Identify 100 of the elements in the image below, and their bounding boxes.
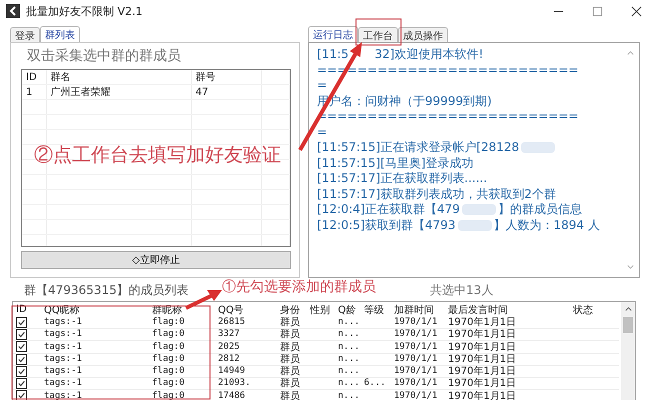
window-title: 批量加好友不限制 V2.1 <box>26 4 143 18</box>
table-cell: 14949 <box>215 365 277 378</box>
table-cell: n... <box>335 365 361 378</box>
table-cell: 26815 <box>215 317 277 329</box>
table-cell: 6... <box>364 378 386 388</box>
table-cell: 2812 <box>215 353 277 366</box>
column-header: 身份 <box>279 304 301 317</box>
checkbox[interactable] <box>16 341 27 352</box>
log-text: 】的群成员信息 <box>498 202 582 218</box>
stop-button[interactable]: ◇立即停止 <box>21 251 291 269</box>
table-cell: tags:-1 <box>41 365 149 378</box>
table-cell: flag:0 <box>149 353 215 366</box>
table-cell: 21093. <box>215 378 277 390</box>
table-cell: n... <box>335 353 361 366</box>
tab[interactable]: 登录 <box>10 27 40 42</box>
hint-text: 双击采集选中群的群成员 <box>26 47 182 65</box>
table-cell: n... <box>335 340 361 354</box>
table-cell: 广州王者荣耀 <box>46 84 191 100</box>
column-header: 最后发言时间 <box>445 302 570 317</box>
table-cell: 47 <box>191 84 261 100</box>
log-text: [11:57:17]正在获取群列表...... <box>317 171 488 186</box>
table-cell: flag:0 <box>149 340 215 354</box>
checkbox[interactable] <box>16 366 27 377</box>
table-cell: n... <box>335 390 361 400</box>
log-text: 32]欢迎使用本软件! <box>374 47 484 62</box>
table-cell: 1970/1/1 <box>391 378 445 390</box>
log-text: [11:57:15]正在请求登录帐户[28128 <box>317 140 520 156</box>
checkbox[interactable] <box>16 329 27 340</box>
log-text: [11:5 <box>317 47 349 62</box>
table-cell: flag:0 <box>149 390 215 400</box>
redaction-blur <box>458 220 492 231</box>
table-cell: 群员 <box>277 390 307 400</box>
table-cell: 3327 <box>215 328 277 341</box>
table-cell: 1970年1月1日 <box>445 340 570 354</box>
table-cell: tags:-1 <box>41 340 149 354</box>
table-cell: 1970年1月1日 <box>445 353 570 366</box>
annotation-text: ②点工作台去填写加好友验证 <box>34 144 281 168</box>
selected-count: 共选中13人 <box>430 282 494 298</box>
table-cell: 17486 <box>215 390 277 400</box>
redaction-blur <box>521 142 556 154</box>
column-header: ID <box>22 70 46 84</box>
table-cell: 1 <box>22 84 46 100</box>
table-cell: 1970年1月1日 <box>445 317 570 329</box>
annotation-text: ①先勾选要添加的群成员 <box>222 278 376 296</box>
tab[interactable]: 运行日志 <box>308 26 358 42</box>
checkbox[interactable] <box>16 354 27 365</box>
table-cell: 群员 <box>277 317 307 329</box>
close-icon[interactable] <box>631 6 642 16</box>
column-header: 群名 <box>46 70 191 84</box>
table-cell: tags:-1 <box>41 328 149 341</box>
table-cell: 2025 <box>215 340 277 354</box>
checkbox[interactable] <box>16 390 27 400</box>
table-cell: tags:-1 <box>41 353 149 366</box>
table-cell: 1970/1/1 <box>391 317 445 329</box>
log-text: = <box>317 124 328 140</box>
column-header: QQ号 <box>217 304 245 317</box>
column-header: 性别 <box>308 304 331 317</box>
column-header: 状态 <box>572 304 594 317</box>
column-header: 等级 <box>363 304 385 317</box>
table-cell: 群员 <box>277 353 307 366</box>
tab[interactable]: 成员操作 <box>398 27 448 42</box>
table-cell: flag:0 <box>149 378 215 390</box>
log-text: [12:0:5]获取到群【4793 <box>317 218 456 233</box>
table-cell: flag:0 <box>149 328 215 341</box>
scroll-thumb[interactable] <box>623 317 633 333</box>
column-header: 加群时间 <box>393 304 435 317</box>
table-cell: 1970年1月1日 <box>445 378 570 390</box>
log-text: 】人数为：1894 人 <box>494 218 600 233</box>
table-cell: 1970/1/1 <box>391 340 445 354</box>
table-cell: 群员 <box>277 378 307 390</box>
column-header: 群号 <box>191 70 261 84</box>
table-cell: 1970年1月1日 <box>445 390 570 400</box>
table-cell: tags:-1 <box>41 390 149 400</box>
table-cell: n... <box>335 317 361 329</box>
tab[interactable]: 群列表 <box>40 26 80 42</box>
app-icon <box>6 4 20 18</box>
table-cell: tags:-1 <box>41 378 149 390</box>
member-list-title: 群【479365315】的成员列表 <box>24 282 189 298</box>
checkbox[interactable] <box>16 317 27 328</box>
table-cell: n... <box>335 328 361 341</box>
maximize-icon[interactable] <box>592 6 603 16</box>
table-cell: 1970/1/1 <box>391 365 445 378</box>
table-cell: 1970/1/1 <box>391 328 445 341</box>
tab[interactable]: 工作台 <box>358 27 398 42</box>
scrollbar[interactable] <box>621 302 635 400</box>
highlight-frame <box>356 18 402 46</box>
redaction-blur <box>462 204 496 216</box>
table-cell: n... <box>335 378 361 390</box>
log-text: = <box>317 78 328 94</box>
table-cell: flag:0 <box>149 365 215 378</box>
log-text: [11:57:17]获取群列表成功，共获取到2个群 <box>317 186 556 202</box>
table-cell: 1970年1月1日 <box>445 328 570 341</box>
table-cell: 1970年1月1日 <box>445 365 570 378</box>
table-cell: 群员 <box>277 340 307 354</box>
table-cell: flag:0 <box>149 317 215 329</box>
table-cell: 1970/1/1 <box>391 353 445 366</box>
table-cell: 1970/1/1 <box>391 390 445 400</box>
checkbox[interactable] <box>16 378 27 390</box>
column-header: Q龄 <box>337 304 357 317</box>
table-cell: 群员 <box>277 365 307 378</box>
